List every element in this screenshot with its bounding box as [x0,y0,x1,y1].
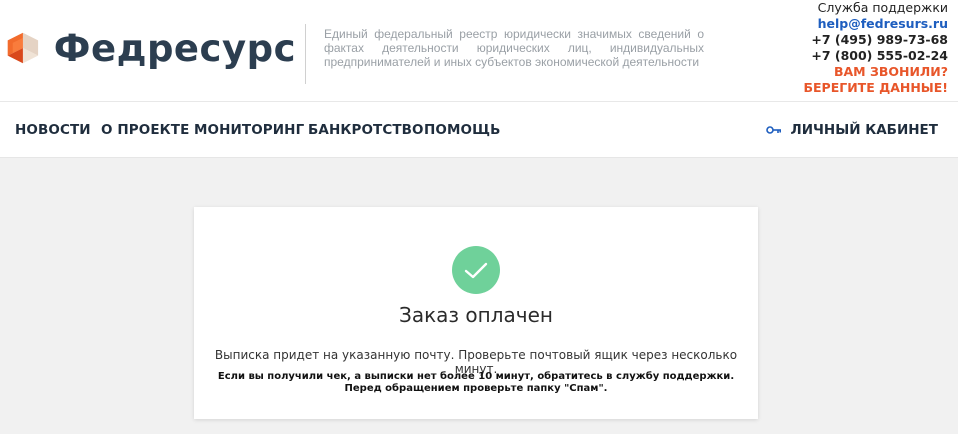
fraud-alert-line-2[interactable]: БЕРЕГИТЕ ДАННЫЕ! [803,80,948,96]
support-note-line-2: Перед обращением проверьте папку "Спам". [344,383,608,394]
key-icon [766,126,782,134]
nav-item-monitoring[interactable]: МОНИТОРИНГ [194,122,304,138]
header-divider [305,24,306,84]
checkmark-icon [464,262,488,279]
fedresurs-logo-icon [7,32,39,64]
nav-item-bankruptcy[interactable]: БАНКРОТСТВО [308,122,424,138]
logo-text: Федресурс [53,26,296,70]
support-block: Служба поддержки help@fedresurs.ru +7 (4… [803,0,948,96]
nav-item-about[interactable]: О ПРОЕКТЕ [101,122,189,138]
support-title: Служба поддержки [817,0,948,15]
nav-item-news[interactable]: НОВОСТИ [15,122,91,138]
support-email-link[interactable]: help@fedresurs.ru [803,16,948,32]
nav-item-help[interactable]: ПОМОЩЬ [424,122,500,138]
support-phone-2[interactable]: +7 (800) 555-02-24 [803,48,948,64]
order-status-card: Заказ оплачен Выписка придет на указанну… [194,207,758,419]
order-status-title: Заказ оплачен [399,303,553,327]
fraud-alert-line-1[interactable]: ВАМ ЗВОНИЛИ? [803,64,948,80]
personal-cabinet-link[interactable]: ЛИЧНЫЙ КАБИНЕТ [766,122,938,138]
support-phone-1[interactable]: +7 (495) 989-73-68 [803,32,948,48]
personal-cabinet-label: ЛИЧНЫЙ КАБИНЕТ [790,122,938,138]
site-tagline: Единый федеральный реестр юридически зна… [324,27,704,69]
support-note: Если вы получили чек, а выписки нет боле… [194,371,758,395]
main-nav: НОВОСТИ О ПРОЕКТЕ МОНИТОРИНГ БАНКРОТСТВО… [0,102,958,158]
support-note-line-1: Если вы получили чек, а выписки нет боле… [217,371,735,382]
site-header: Федресурс Единый федеральный реестр юрид… [0,0,958,102]
logo[interactable]: Федресурс [6,22,296,74]
success-badge [452,246,500,294]
